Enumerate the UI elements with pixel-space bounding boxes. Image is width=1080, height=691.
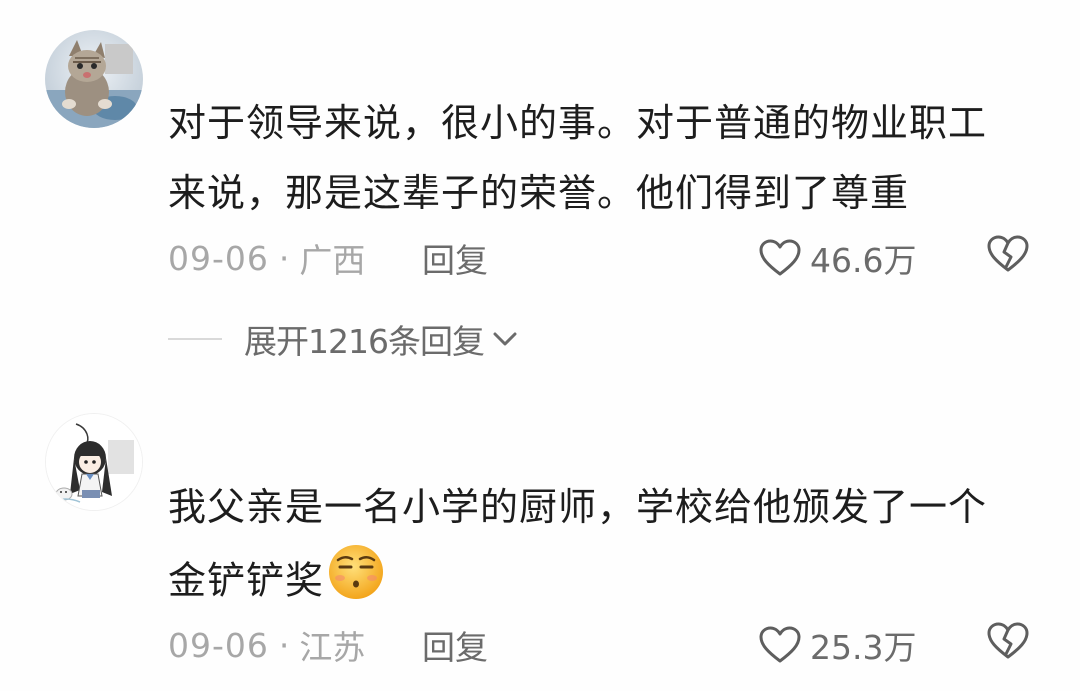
- comment-location: 江苏: [299, 628, 366, 667]
- meta-separator: ·: [278, 625, 290, 665]
- comment-list: 对于领导来说，很小的事。对于普通的物业职工 来说，那是这辈子的荣誉。他们得到了尊…: [0, 0, 1080, 691]
- comment-meta: 09-06 · 广西 回复 46.6万: [168, 234, 1048, 282]
- comment-text-line: 金铲铲奖: [168, 558, 325, 603]
- like-count: 25.3万: [810, 628, 917, 667]
- heart-outline-icon: [759, 626, 801, 663]
- comment-text-line: 对于领导来说，很小的事。对于普通的物业职工: [168, 101, 988, 145]
- comment-date: 09-06: [168, 238, 269, 278]
- broken-heart-icon: [987, 235, 1029, 272]
- meta-separator: ·: [278, 238, 290, 278]
- like-button[interactable]: 46.6万: [758, 234, 916, 282]
- chevron-down-icon: [493, 332, 517, 346]
- broken-heart-icon: [987, 622, 1029, 659]
- comment-location: 广西: [299, 241, 366, 280]
- reply-button[interactable]: 回复: [422, 234, 488, 282]
- dislike-button[interactable]: [986, 621, 1030, 669]
- divider-line: [168, 338, 222, 340]
- anime-girl-avatar-image: [46, 414, 142, 510]
- comment-text: 我父亲是一名小学的厨师，学校给他颁发了一个 金铲铲奖: [168, 472, 1048, 624]
- comment-date: 09-06: [168, 625, 269, 665]
- expand-replies-button[interactable]: 展开1216条回复: [168, 316, 518, 362]
- dislike-button[interactable]: [986, 234, 1030, 282]
- comment-text-line: 来说，那是这辈子的荣誉。他们得到了尊重: [168, 171, 910, 215]
- like-count: 46.6万: [810, 241, 917, 280]
- user-avatar[interactable]: [45, 413, 143, 511]
- comment-text-line: 我父亲是一名小学的厨师，学校给他颁发了一个: [168, 485, 988, 529]
- cat-avatar-image: [45, 30, 143, 128]
- expand-replies-label: 展开1216条回复: [244, 322, 485, 361]
- comment-text: 对于领导来说，很小的事。对于普通的物业职工 来说，那是这辈子的荣誉。他们得到了尊…: [168, 88, 1048, 228]
- user-avatar[interactable]: [45, 30, 143, 128]
- comment-meta: 09-06 · 江苏 回复 25.3万: [168, 621, 1048, 669]
- smirk-emoji: [326, 542, 386, 624]
- like-button[interactable]: 25.3万: [758, 621, 916, 669]
- smirk-emoji-icon: [329, 545, 384, 599]
- heart-outline-icon: [759, 239, 801, 276]
- reply-button[interactable]: 回复: [422, 621, 488, 669]
